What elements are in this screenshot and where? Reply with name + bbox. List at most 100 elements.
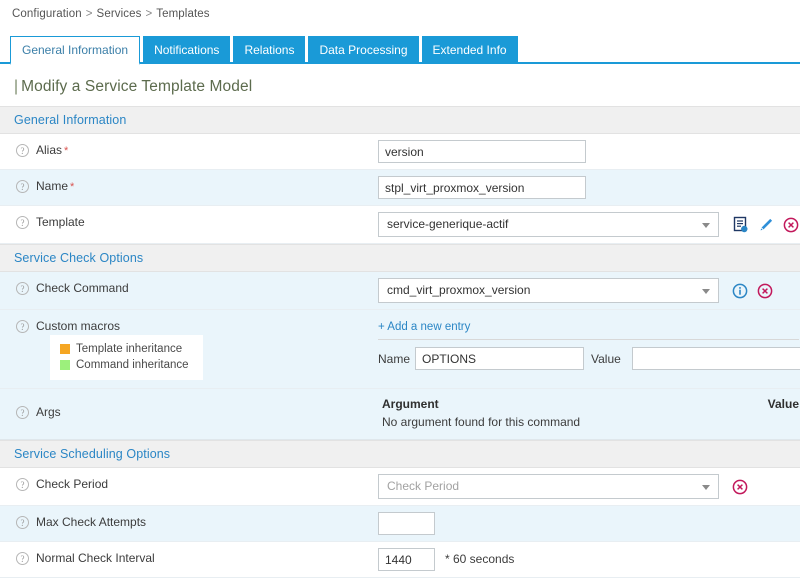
label-max-check-attempts: Max Check Attempts [29,515,146,529]
legend-label: Command inheritance [76,357,189,373]
legend-item-command-inheritance: Command inheritance [60,357,189,373]
chevron-down-icon [702,223,710,228]
tab-notifications[interactable]: Notifications [143,36,230,64]
check-command-select-value: cmd_virt_proxmox_version [387,283,530,297]
inheritance-legend: Template inheritance Command inheritance [50,335,203,380]
template-select[interactable]: service-generique-actif [378,212,719,237]
section-header-service-check-options: Service Check Options [0,244,800,272]
breadcrumb-separator: > [82,8,97,20]
help-icon[interactable]: ? [16,406,29,419]
form-row-check-period: ? Check Period Check Period [0,468,800,506]
label-template: Template [29,215,85,229]
macro-name-input[interactable] [415,347,584,370]
delete-circle-icon[interactable] [757,283,773,299]
label-cell-normal-check-interval: ? Normal Check Interval [0,542,378,573]
field-cell-check-command: cmd_virt_proxmox_version [378,272,800,309]
section-header-general-information: General Information [0,106,800,134]
field-cell-check-period: Check Period [378,468,800,505]
tab-bar: General InformationNotificationsRelation… [0,36,800,64]
name-input[interactable] [378,176,586,199]
help-icon[interactable]: ? [16,216,29,229]
required-marker: * [62,145,68,157]
max-check-attempts-input[interactable] [378,512,435,535]
normal-check-interval-suffix: * 60 seconds [435,548,514,571]
tab-extended-info[interactable]: Extended Info [422,36,518,64]
form-row-name: ? Name* [0,170,800,206]
label-cell-name: ? Name* [0,170,378,202]
check-period-actions [719,474,748,499]
label-args: Args [29,405,61,419]
label-cell-custom-macros: ? Custom macros Template inheritance Com… [0,310,378,388]
template-select-value: service-generique-actif [387,217,508,231]
field-cell-template: service-generique-actif [378,206,800,243]
form-row-check-command: ? Check Command cmd_virt_proxmox_version [0,272,800,310]
label-cell-check-period: ? Check Period [0,468,378,499]
form-row-args: ? Args Argument Value No argument found … [0,389,800,440]
delete-circle-icon[interactable] [732,479,748,495]
help-icon[interactable]: ? [16,552,29,565]
template-actions [719,212,799,237]
form-row-template: ? Template service-generique-actif [0,206,800,244]
label-cell-template: ? Template [0,206,378,237]
label-check-period: Check Period [29,477,108,491]
alias-input[interactable] [378,140,586,163]
args-table-header: Argument Value [378,397,799,415]
tab-general-information[interactable]: General Information [10,36,140,65]
delete-circle-icon[interactable] [783,217,799,233]
info-circle-icon[interactable] [732,283,748,299]
field-cell-args: Argument Value No argument found for thi… [378,389,800,439]
add-new-entry-link[interactable]: + Add a new entry [378,321,470,337]
macro-value-caption: Value [584,352,626,366]
field-cell-name [378,170,800,205]
breadcrumb-separator: > [141,8,156,20]
label-cell-check-command: ? Check Command [0,272,378,303]
required-marker: * [68,181,74,193]
normal-check-interval-input[interactable] [378,548,435,571]
label-cell-alias: ? Alias* [0,134,378,166]
check-period-placeholder: Check Period [387,479,459,493]
breadcrumb-item-configuration[interactable]: Configuration [12,8,82,20]
field-cell-alias [378,134,800,169]
help-icon[interactable]: ? [16,320,29,333]
chevron-down-icon [702,485,710,490]
list-icon[interactable] [732,216,749,233]
form-row-alias: ? Alias* [0,134,800,170]
args-table: Argument Value No argument found for thi… [378,397,799,429]
help-icon[interactable]: ? [16,282,29,295]
label-check-command: Check Command [29,281,129,295]
label-cell-max-check-attempts: ? Max Check Attempts [0,506,378,537]
pencil-icon[interactable] [758,217,774,233]
macro-entry-row: Name Value [378,347,800,370]
form-row-custom-macros: ? Custom macros Template inheritance Com… [0,310,800,389]
args-column-argument: Argument [382,397,439,411]
page-title: |Modify a Service Template Model [0,64,800,106]
args-column-value: Value [768,397,799,411]
help-icon[interactable]: ? [16,478,29,491]
breadcrumb: Configuration>Services>Templates [0,0,800,20]
check-command-actions [719,278,773,303]
section-header-service-scheduling-options: Service Scheduling Options [0,440,800,468]
macro-name-caption: Name [378,352,415,366]
template-inheritance-swatch [60,344,70,354]
help-icon[interactable]: ? [16,516,29,529]
field-cell-max-check-attempts [378,506,800,541]
check-period-select[interactable]: Check Period [378,474,719,499]
check-command-select[interactable]: cmd_virt_proxmox_version [378,278,719,303]
label-name: Name* [29,179,74,194]
label-cell-args: ? Args [0,389,378,427]
label-alias: Alias* [29,143,68,158]
help-icon[interactable]: ? [16,180,29,193]
help-icon[interactable]: ? [16,144,29,157]
macro-value-input[interactable] [632,347,800,370]
tab-data-processing[interactable]: Data Processing [308,36,418,64]
form-row-max-check-attempts: ? Max Check Attempts [0,506,800,542]
form-row-normal-check-interval: ? Normal Check Interval * 60 seconds [0,542,800,578]
breadcrumb-item-templates[interactable]: Templates [156,8,209,20]
label-custom-macros: Custom macros [29,319,120,333]
label-normal-check-interval: Normal Check Interval [29,551,155,565]
macro-divider [378,339,799,340]
legend-label: Template inheritance [76,341,182,357]
breadcrumb-item-services[interactable]: Services [97,8,142,20]
tab-relations[interactable]: Relations [233,36,305,64]
field-cell-custom-macros: + Add a new entry Name Value [378,310,800,376]
